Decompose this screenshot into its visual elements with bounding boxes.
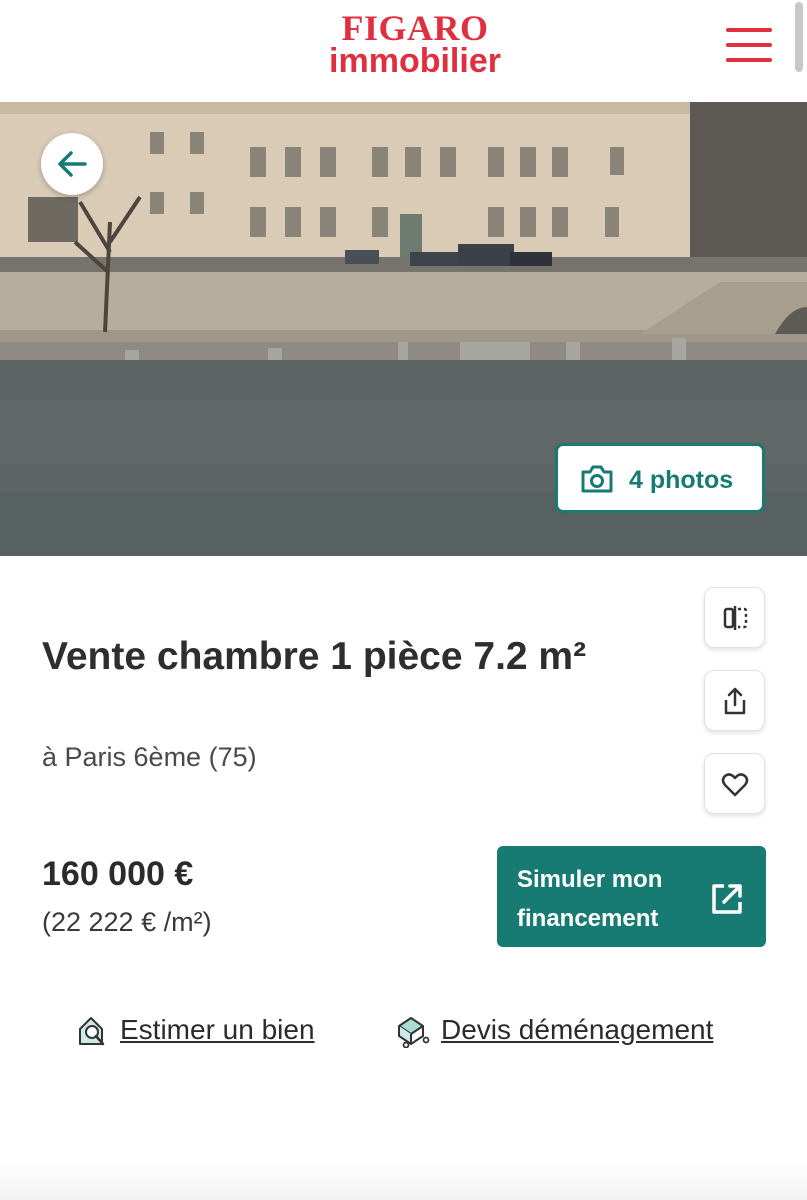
hamburger-icon-bar <box>726 43 772 47</box>
listing-location: à Paris 6ème (75) <box>42 742 257 772</box>
listing-price: 160 000 € <box>42 855 194 893</box>
heart-icon <box>721 773 749 797</box>
moving-quote-link[interactable]: Devis déménagement <box>396 1012 741 1052</box>
house-search-icon <box>79 1017 105 1046</box>
photos-button[interactable]: 4 photos <box>555 443 765 513</box>
site-header: FIGARO immobilier <box>0 0 807 102</box>
listing-title: Vente chambre 1 pièce 7.2 m² <box>42 635 587 678</box>
price-per-sqm: (22 222 € /m²) <box>42 907 212 937</box>
moving-quote-label: Devis déménagement <box>441 1014 714 1045</box>
page-scrollbar[interactable] <box>795 2 803 72</box>
hamburger-icon-bar <box>726 58 772 62</box>
share-button[interactable] <box>704 670 765 731</box>
moving-box-icon <box>398 1017 430 1048</box>
estimate-property-link[interactable]: Estimer un bien <box>77 1012 337 1052</box>
external-link-icon <box>712 884 742 914</box>
compare-button[interactable] <box>704 587 765 648</box>
simulate-financing-label: Simuler mon financement <box>517 866 663 932</box>
favorite-button[interactable] <box>704 753 765 814</box>
simulate-financing-button[interactable]: Simuler mon financement <box>497 846 766 947</box>
share-icon <box>724 687 746 715</box>
estimate-property-label: Estimer un bien <box>120 1014 315 1045</box>
arrow-left-icon <box>58 151 87 177</box>
hamburger-icon-bar <box>726 28 772 32</box>
hamburger-menu-button[interactable] <box>724 26 774 64</box>
photos-count-label: 4 photos <box>629 466 734 494</box>
logo-line-figaro: FIGARO <box>341 8 489 48</box>
back-button[interactable] <box>41 133 103 195</box>
figaro-immobilier-logo[interactable]: FIGARO immobilier <box>300 10 530 78</box>
camera-icon <box>581 465 613 493</box>
logo-line-immobilier: immobilier <box>329 42 501 80</box>
compare-icon <box>723 606 748 630</box>
page-bottom-fade <box>0 1160 807 1200</box>
